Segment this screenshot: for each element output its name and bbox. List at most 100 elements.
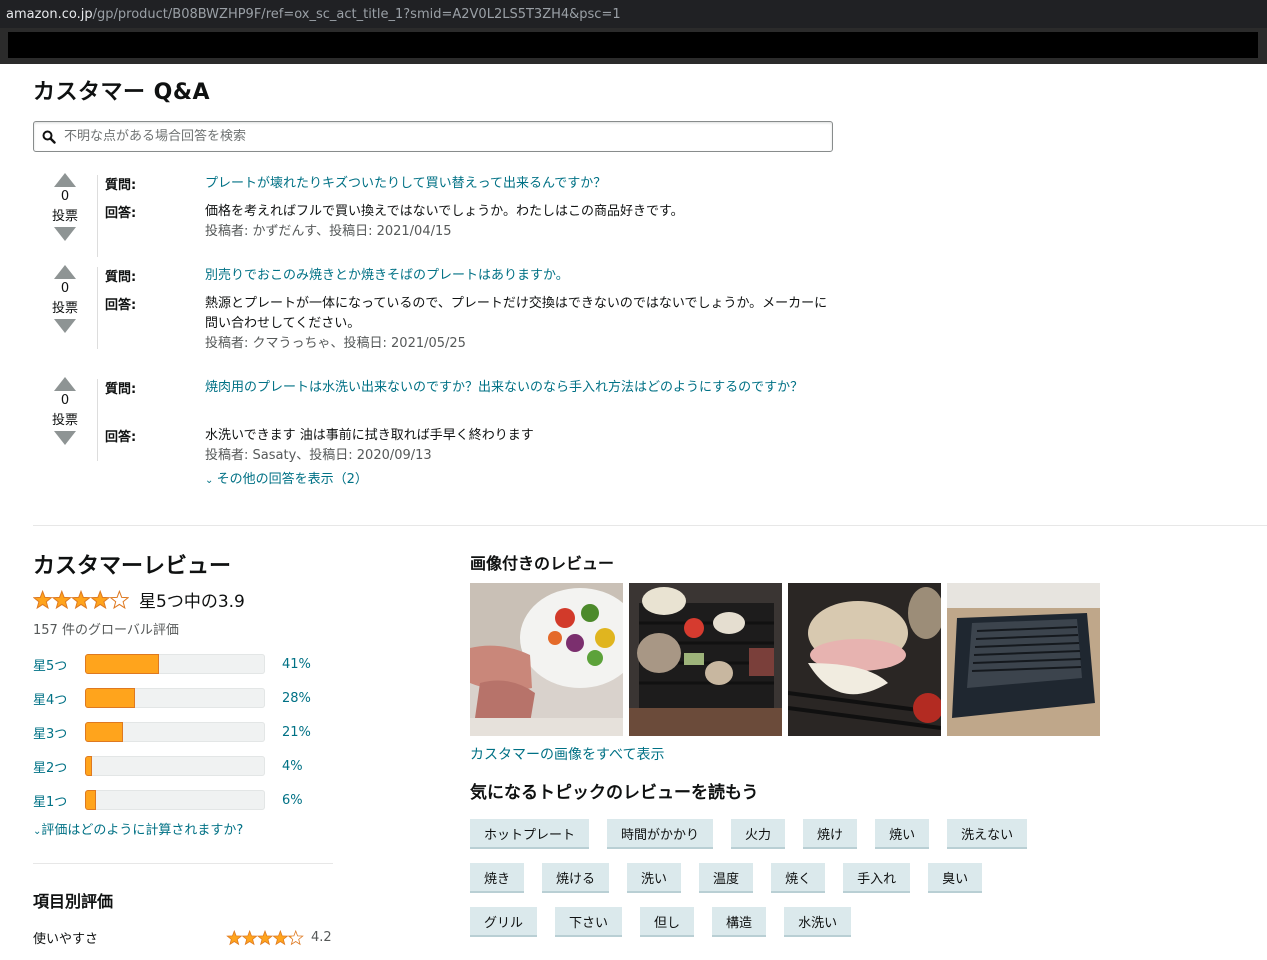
star-icon bbox=[51, 589, 72, 609]
topic-chip[interactable]: 水洗い bbox=[784, 907, 852, 937]
topic-chip[interactable]: 但し bbox=[640, 907, 695, 937]
topic-chip[interactable]: ホットプレート bbox=[470, 819, 590, 849]
browser-url-bar[interactable]: amazon.co.jp/gp/product/B08BWZHP9F/ref=o… bbox=[0, 0, 1267, 28]
topic-chip[interactable]: 温度 bbox=[699, 863, 754, 893]
section-divider bbox=[33, 525, 1267, 526]
star-icon bbox=[90, 589, 111, 609]
redacted-toolbar bbox=[0, 28, 1267, 64]
vote-up-icon[interactable] bbox=[54, 173, 76, 187]
topic-chip[interactable]: 洗えない bbox=[947, 819, 1028, 849]
review-image-strip bbox=[470, 583, 1100, 736]
answer-label: 回答: bbox=[105, 430, 137, 445]
show-more-answers-link[interactable]: ⌄ その他の回答を表示（2） bbox=[205, 470, 830, 491]
vote-down-icon[interactable] bbox=[54, 227, 76, 241]
question-label: 質問: bbox=[105, 382, 137, 397]
vote-down-icon[interactable] bbox=[54, 319, 76, 333]
answer-label: 回答: bbox=[105, 206, 137, 221]
topic-chip[interactable]: 焼ける bbox=[542, 863, 610, 893]
topic-chip[interactable]: 時間がかかり bbox=[607, 819, 714, 849]
vote-down-icon[interactable] bbox=[54, 431, 76, 445]
histogram-row-4[interactable]: 星4つ 28% bbox=[33, 687, 333, 709]
star-icon bbox=[70, 589, 92, 609]
qa-item: 0 投票 質問: プレートが壊れたりキズついたりして買い替えって出来るんですか？… bbox=[33, 173, 833, 259]
vote-widget: 0 投票 bbox=[33, 173, 97, 241]
review-photo-grill-food bbox=[629, 583, 782, 736]
answer-meta: 投稿者: かずだんす、投稿日: 2021/04/15 bbox=[205, 224, 452, 239]
attributes-title: 項目別評価 bbox=[33, 892, 114, 911]
review-photo-meat-salad bbox=[470, 583, 623, 736]
star-icon bbox=[256, 929, 274, 945]
topic-chip[interactable]: 焼く bbox=[771, 863, 826, 893]
global-rating-count: 157 件のグローバル評価 bbox=[33, 623, 179, 638]
attribute-row: 使いやすさ 4.2 bbox=[33, 928, 333, 947]
image-reviews-title: 画像付きのレビュー bbox=[470, 554, 615, 573]
topic-chip[interactable]: 焼け bbox=[803, 819, 858, 849]
histogram-percent: 21% bbox=[282, 724, 311, 740]
question-link[interactable]: 別売りでおこのみ焼きとか焼きそばのプレートはありますか。 bbox=[205, 266, 830, 286]
qa-divider bbox=[97, 379, 98, 461]
histogram-label: 星5つ bbox=[33, 658, 68, 674]
redacted-bar bbox=[8, 32, 1258, 58]
histogram-bar bbox=[85, 688, 265, 708]
topic-chip[interactable]: 焼き bbox=[470, 863, 525, 893]
qa-title: カスタマー Q&A bbox=[33, 80, 211, 105]
answer-text: 水洗いできます 油は事前に拭き取れば手早く終わります bbox=[205, 428, 534, 443]
star-icon bbox=[226, 929, 243, 945]
qa-search-input[interactable] bbox=[64, 129, 804, 144]
search-icon bbox=[42, 130, 56, 144]
vote-label: 投票 bbox=[51, 413, 78, 428]
review-image-thumbnail[interactable] bbox=[629, 583, 782, 736]
url-host: amazon.co.jp bbox=[6, 6, 93, 22]
qa-search-box[interactable] bbox=[33, 121, 833, 152]
histogram-bar bbox=[85, 756, 265, 776]
how-calculated-link[interactable]: ⌄評価はどのように計算されますか? bbox=[33, 819, 243, 838]
vote-label: 投票 bbox=[51, 301, 78, 316]
topic-chip[interactable]: 洗い bbox=[627, 863, 682, 893]
average-rating[interactable]: 星5つ中の3.9 bbox=[33, 587, 245, 612]
histogram-percent: 6% bbox=[282, 792, 303, 808]
topic-chip[interactable]: 下さい bbox=[555, 907, 623, 937]
topic-chip[interactable]: グリル bbox=[470, 907, 538, 937]
histogram-label: 星1つ bbox=[33, 794, 68, 810]
review-image-thumbnail[interactable] bbox=[947, 583, 1100, 736]
histogram-label: 星3つ bbox=[33, 726, 68, 742]
review-image-thumbnail[interactable] bbox=[470, 583, 623, 736]
average-rating-text: 星5つ中の3.9 bbox=[139, 592, 245, 612]
question-link[interactable]: プレートが壊れたりキズついたりして買い替えって出来るんですか？ bbox=[205, 174, 830, 194]
vote-up-icon[interactable] bbox=[54, 377, 76, 391]
qa-item: 0 投票 質問: 焼肉用のプレートは水洗い出来ないのですか？出来ないのなら手入れ… bbox=[33, 377, 833, 497]
histogram-fill bbox=[85, 688, 136, 708]
histogram-label: 星4つ bbox=[33, 692, 68, 708]
answer-text: 熱源とプレートが一体になっているので、プレートだけ交換はできないのではないでしょ… bbox=[205, 296, 828, 331]
how-calculated-label: 評価はどのように計算されますか? bbox=[41, 823, 244, 838]
histogram-fill bbox=[85, 654, 159, 674]
topic-chip[interactable]: 手入れ bbox=[843, 863, 911, 893]
topic-chip[interactable]: 構造 bbox=[712, 907, 767, 937]
histogram-percent: 41% bbox=[282, 656, 311, 672]
histogram-percent: 4% bbox=[282, 758, 303, 774]
vote-count: 0 bbox=[60, 281, 70, 296]
topic-row: ホットプレート 時間がかかり 火力 焼け 焼い 洗えない bbox=[470, 819, 1110, 849]
histogram-bar bbox=[85, 790, 265, 810]
vote-widget: 0 投票 bbox=[33, 377, 97, 445]
star-rating-icon bbox=[226, 929, 304, 945]
histogram-row-3[interactable]: 星3つ 21% bbox=[33, 721, 333, 743]
see-all-images-link[interactable]: カスタマーの画像をすべて表示 bbox=[470, 744, 664, 764]
topic-chip[interactable]: 臭い bbox=[928, 863, 983, 893]
topic-chip[interactable]: 火力 bbox=[731, 819, 786, 849]
vote-up-icon[interactable] bbox=[54, 265, 76, 279]
answer-meta: 投稿者: Sasaty、投稿日: 2020/09/13 bbox=[205, 448, 432, 463]
star-icon bbox=[272, 929, 289, 945]
histogram-row-1[interactable]: 星1つ 6% bbox=[33, 789, 333, 811]
answer-label: 回答: bbox=[105, 298, 137, 313]
topic-row: 焼き 焼ける 洗い 温度 焼く 手入れ 臭い bbox=[470, 863, 1110, 893]
review-image-thumbnail[interactable] bbox=[788, 583, 941, 736]
review-photo-grill-device bbox=[947, 583, 1100, 736]
star-icon bbox=[33, 589, 53, 609]
histogram-row-5[interactable]: 星5つ 41% bbox=[33, 653, 333, 675]
question-link[interactable]: 焼肉用のプレートは水洗い出来ないのですか？出来ないのなら手入れ方法はどのようにす… bbox=[205, 378, 830, 398]
star-icon bbox=[241, 929, 258, 945]
topic-chip[interactable]: 焼い bbox=[875, 819, 930, 849]
reviews-title: カスタマーレビュー bbox=[33, 554, 232, 579]
histogram-row-2[interactable]: 星2つ 4% bbox=[33, 755, 333, 777]
